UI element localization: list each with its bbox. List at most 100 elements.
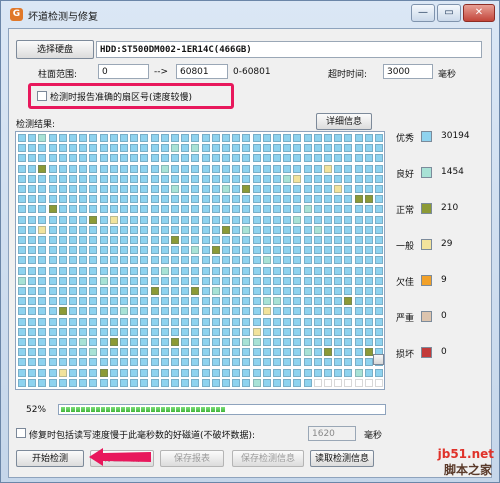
block-cell [232,256,241,265]
block-cell [222,338,230,346]
block-cell [38,368,47,377]
block-cell [354,225,363,234]
repair-slow-checkbox[interactable] [16,428,26,438]
minimize-button[interactable]: — [411,4,435,22]
select-disk-button[interactable]: 选择硬盘 [16,40,94,59]
start-scan-button[interactable]: 开始检测 [16,450,84,467]
report-sector-checkbox[interactable] [37,91,47,101]
block-cell [344,307,353,316]
block-cell [324,266,332,275]
block-cell [364,144,373,153]
block-cell [262,348,271,357]
save-report-button[interactable]: 保存报表 [160,450,224,467]
block-cell [313,348,322,357]
block-cell [69,368,77,377]
block-cell [130,215,139,224]
close-button[interactable]: ✕ [463,4,495,22]
block-cell [130,327,139,336]
map-scroll-thumb[interactable] [373,354,384,365]
block-cell [18,348,26,357]
save-scan-info-button[interactable]: 保存检测信息 [232,450,304,467]
legend-count: 1454 [441,167,464,177]
block-cell [99,205,108,214]
block-cell [48,378,57,387]
timeout-input[interactable]: 3000 [383,64,433,79]
block-cell [252,338,261,346]
block-cell [303,348,312,357]
block-cell [324,185,332,193]
title-bar[interactable]: G 坏道检测与修复 — ▭ ✕ [1,1,499,29]
block-cell [69,256,77,265]
block-cell [109,368,118,377]
block-cell [89,154,98,163]
app-icon: G [10,8,23,21]
block-cell [89,327,98,336]
block-cell [354,195,363,204]
block-cell [232,307,241,316]
block-cell [28,174,37,183]
cylinder-end-input[interactable]: 60801 [176,64,228,79]
block-cell [303,378,312,387]
cylinder-start-input[interactable]: 0 [98,64,149,79]
repair-ms-input[interactable]: 1620 [308,426,356,441]
block-cell [201,297,210,306]
progress-segment [86,407,90,412]
legend-count: 30194 [441,131,470,141]
block-cell [191,134,200,142]
block-cell [222,256,230,265]
block-cell [191,256,200,265]
block-cell [191,338,200,346]
block-cell [252,225,261,234]
block-cell [262,358,271,367]
block-cell [303,338,312,346]
block-cell [140,338,149,346]
detail-info-button[interactable]: 详细信息 [316,113,372,130]
block-cell [334,215,343,224]
block-cell [150,225,159,234]
block-cell [334,348,343,357]
block-cell [303,327,312,336]
block-cell [283,297,292,306]
block-cell [171,348,179,357]
block-cell [181,195,190,204]
progress-segment [176,407,180,412]
block-cell [140,348,149,357]
block-cell [150,195,159,204]
block-cell [18,195,26,204]
block-cell [324,307,332,316]
block-cell [232,378,241,387]
block-cell [232,338,241,346]
block-cell [313,287,322,295]
block-cell [201,225,210,234]
block-cell [191,185,200,193]
block-cell [99,297,108,306]
block-cell [354,185,363,193]
block-cell [181,154,190,163]
block-cell [89,378,98,387]
block-cell [324,134,332,142]
block-cell [211,348,220,357]
block-cell [201,134,210,142]
block-cell [232,225,241,234]
block-cell [364,225,373,234]
block-cell [375,185,383,193]
block-cell [252,134,261,142]
block-cell [211,297,220,306]
block-cell [181,164,190,173]
restore-button[interactable]: ▭ [437,4,461,22]
block-cell [201,256,210,265]
block-cell [313,327,322,336]
block-cell [140,205,149,214]
progress-segment [186,407,190,412]
block-cell [303,164,312,173]
block-cell [201,144,210,153]
block-cell [130,266,139,275]
block-cell [120,368,128,377]
block-cell [28,164,37,173]
block-cell [120,225,128,234]
read-scan-info-button[interactable]: 读取检测信息 [310,450,374,467]
block-cell [242,195,251,204]
block-cell [344,297,353,306]
block-cell [191,378,200,387]
block-cell [293,256,302,265]
